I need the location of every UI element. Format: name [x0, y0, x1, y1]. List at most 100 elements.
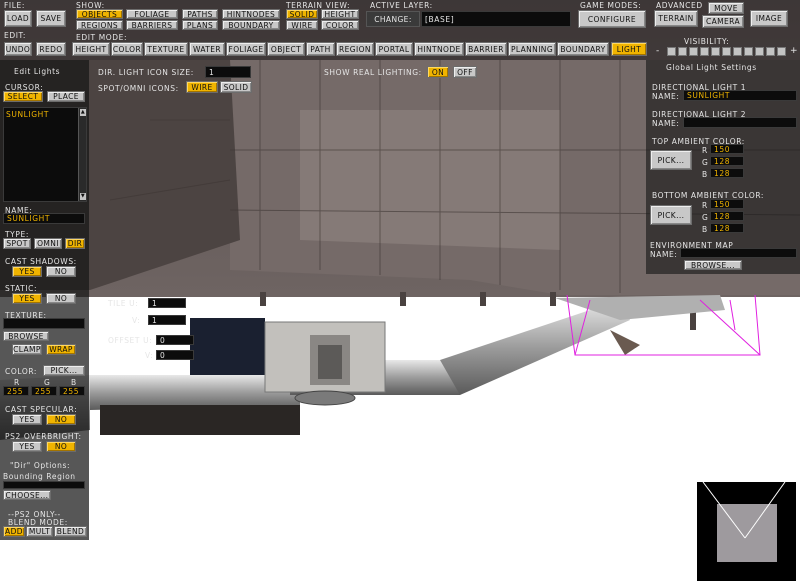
mode-region-button[interactable]: Region [336, 42, 374, 56]
dl1-name-field[interactable]: SUNLIGHT [683, 90, 797, 101]
save-button[interactable]: Save [36, 10, 66, 27]
scroll-down-icon[interactable]: ▼ [80, 193, 86, 200]
overbright-no-button[interactable]: No [46, 441, 76, 452]
color-pick-button[interactable]: Pick... [43, 365, 85, 376]
color-g-field[interactable]: 255 [31, 386, 57, 396]
visibility-plus[interactable]: + [790, 46, 798, 56]
cursor-select-button[interactable]: Select [3, 91, 43, 102]
bottom-ambient-b-field[interactable]: 128 [710, 223, 744, 233]
active-layer-field[interactable]: [Base] [421, 11, 571, 27]
show-boundary-button[interactable]: Boundary [222, 20, 280, 30]
mode-barrier-button[interactable]: Barrier [465, 42, 507, 56]
show-hintnodes-button[interactable]: HintNodes [222, 9, 280, 19]
bottom-ambient-g-field[interactable]: 128 [710, 211, 744, 221]
terrain-color-button[interactable]: Color [321, 20, 359, 30]
light-name-field[interactable]: SUNLIGHT [3, 213, 85, 224]
load-button[interactable]: Load [4, 10, 32, 27]
blend-blend-button[interactable]: Blend [54, 526, 87, 537]
mode-portal-button[interactable]: Portal [375, 42, 413, 56]
mode-light-button[interactable]: Light [611, 42, 647, 56]
env-map-name-field[interactable] [680, 248, 797, 258]
change-layer-button[interactable]: Change: [366, 11, 420, 27]
static-label: STATIC: [5, 284, 38, 293]
terrain-solid-button[interactable]: Solid [286, 9, 318, 19]
mode-hintnode-button[interactable]: HintNode [414, 42, 464, 56]
mode-texture-button[interactable]: Texture [144, 42, 188, 56]
redo-button[interactable]: Redo [36, 42, 66, 56]
mode-foliage-button[interactable]: Foliage [226, 42, 266, 56]
mode-path-button[interactable]: Path [306, 42, 335, 56]
bottom-ambient-r-field[interactable]: 150 [710, 199, 744, 209]
cast-specular-no-button[interactable]: No [46, 414, 76, 425]
dl1-name-label: NAME: [652, 92, 680, 101]
show-plans-button[interactable]: Plans [182, 20, 218, 30]
global-light-settings-title: Global Light Settings [666, 63, 757, 72]
minimap[interactable] [697, 481, 796, 581]
top-ambient-g-field[interactable]: 128 [710, 156, 744, 166]
offset-u-field[interactable]: 0 [156, 335, 194, 345]
texture-browse-button[interactable]: Browse [3, 331, 49, 341]
cursor-place-button[interactable]: Place [47, 91, 85, 102]
advanced-label: ADVANCED [656, 1, 703, 10]
wrap-button[interactable]: Wrap [46, 344, 76, 355]
dl2-name-field[interactable] [683, 117, 797, 128]
show-paths-button[interactable]: Paths [182, 9, 218, 19]
terrain-button[interactable]: Terrain [654, 10, 698, 27]
type-spot-button[interactable]: Spot [3, 238, 31, 249]
move-button[interactable]: Move [708, 2, 744, 14]
choose-button[interactable]: Choose... [3, 490, 51, 500]
static-no-button[interactable]: No [46, 293, 76, 304]
cast-shadows-label: CAST SHADOWS: [5, 257, 77, 266]
top-ambient-b-field[interactable]: 128 [710, 168, 744, 178]
cast-shadows-no-button[interactable]: No [46, 266, 76, 277]
visibility-minus[interactable]: - [656, 46, 660, 56]
undo-button[interactable]: Undo [4, 42, 32, 56]
top-ambient-pick-button[interactable]: Pick... [650, 150, 692, 170]
bounding-region-field[interactable] [3, 481, 85, 489]
terrain-height-button[interactable]: Height [321, 9, 359, 19]
mode-planning-button[interactable]: Planning [508, 42, 556, 56]
cast-shadows-yes-button[interactable]: Yes [12, 266, 42, 277]
real-lighting-on-button[interactable]: On [427, 66, 449, 78]
bottom-ambient-pick-button[interactable]: Pick... [650, 205, 692, 225]
configure-button[interactable]: Configure [578, 10, 646, 28]
bounding-region-label: Bounding Region [3, 472, 76, 481]
list-scrollbar[interactable]: ▲ ▼ [78, 108, 86, 201]
env-browse-button[interactable]: Browse... [684, 260, 742, 270]
tile-v-label: V: [132, 316, 141, 325]
dir-icon-size-field[interactable]: 1 [205, 66, 251, 78]
blend-add-button[interactable]: Add [3, 526, 25, 537]
mode-boundary-button[interactable]: Boundary [557, 42, 609, 56]
show-foliage-button[interactable]: Foliage [126, 9, 178, 19]
color-b-field[interactable]: 255 [59, 386, 85, 396]
tile-v-field[interactable]: 1 [148, 315, 186, 325]
real-lighting-off-button[interactable]: Off [453, 66, 477, 78]
show-objects-button[interactable]: Objects [76, 9, 123, 19]
icons-wire-button[interactable]: Wire [186, 81, 218, 93]
image-button[interactable]: Image [750, 10, 788, 27]
light-list-item[interactable]: SUNLIGHT [6, 110, 49, 119]
light-list[interactable]: SUNLIGHT ▲ ▼ [3, 107, 87, 202]
camera-button[interactable]: Camera [702, 15, 744, 28]
terrain-wire-button[interactable]: Wire [286, 20, 318, 30]
color-r-field[interactable]: 255 [3, 386, 29, 396]
mode-color-button[interactable]: Color [111, 42, 143, 56]
scroll-up-icon[interactable]: ▲ [80, 109, 86, 116]
cast-specular-yes-button[interactable]: Yes [12, 414, 42, 425]
mode-water-button[interactable]: Water [189, 42, 225, 56]
offset-v-field[interactable]: 0 [156, 350, 194, 360]
blend-mult-button[interactable]: Mult [26, 526, 53, 537]
show-regions-button[interactable]: Regions [76, 20, 123, 30]
texture-field[interactable] [3, 318, 85, 329]
mode-height-button[interactable]: Height [72, 42, 110, 56]
show-barriers-button[interactable]: Barriers [126, 20, 178, 30]
icons-solid-button[interactable]: Solid [220, 81, 252, 93]
overbright-yes-button[interactable]: Yes [12, 441, 42, 452]
type-omni-button[interactable]: Omni [34, 238, 62, 249]
mode-object-button[interactable]: Object [267, 42, 305, 56]
static-yes-button[interactable]: Yes [12, 293, 42, 304]
clamp-button[interactable]: Clamp [12, 344, 42, 355]
type-dir-button[interactable]: Dir [65, 238, 85, 249]
top-ambient-r-field[interactable]: 150 [710, 144, 744, 154]
tile-u-field[interactable]: 1 [148, 298, 186, 308]
